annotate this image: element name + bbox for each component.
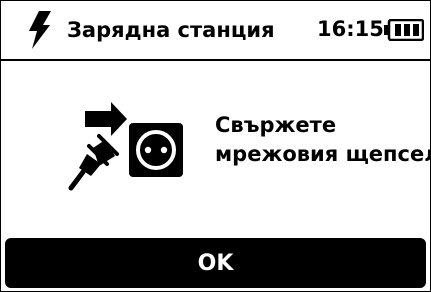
message-line-2: мрежовия щепсел	[215, 142, 431, 166]
instruction-message: Свържете мрежовия щепсел	[215, 111, 431, 169]
clock-time: 16:15	[317, 17, 384, 41]
ok-button[interactable]: OK	[5, 238, 426, 288]
message-line-1: Свържете	[215, 113, 337, 137]
charging-station-screen: Зарядна станция 16:15 Свържете мрежовия …	[0, 0, 431, 292]
arrow-right-icon	[85, 102, 127, 136]
plug-into-socket-icon	[68, 102, 183, 191]
socket-icon	[129, 123, 183, 177]
plug-icon	[68, 134, 119, 191]
lightning-bolt-icon	[29, 11, 51, 49]
header-bar: Зарядна станция 16:15	[1, 1, 430, 61]
page-title: Зарядна станция	[67, 18, 275, 42]
battery-full-icon	[384, 19, 424, 41]
